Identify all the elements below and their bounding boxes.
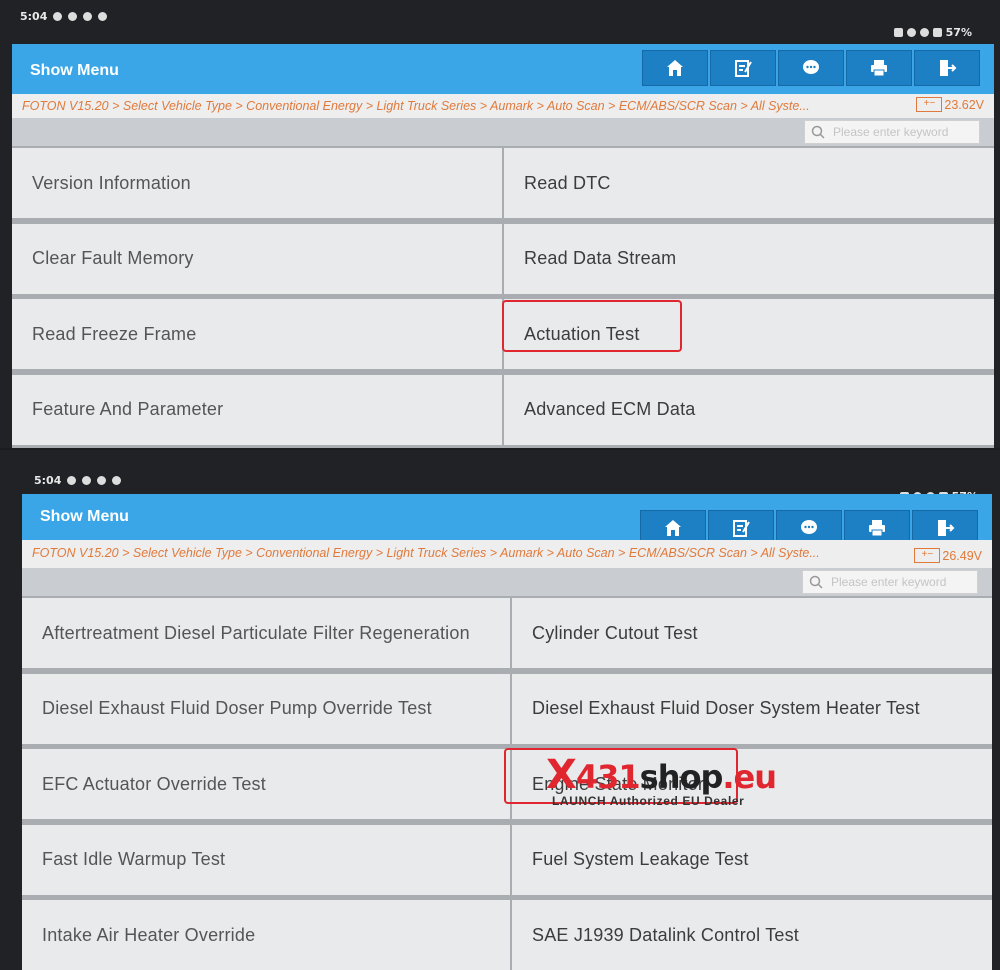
car-battery-icon: +− [914,548,941,563]
wifi-status-icon [919,28,929,37]
search-bar [12,118,994,146]
vpn-status-icon [97,476,107,485]
search-icon [809,575,823,589]
menu-item-advanced-ecm-data[interactable]: Advanced ECM Data [504,374,994,445]
breadcrumb: FOTON V15.20 > Select Vehicle Type > Con… [22,99,810,113]
menu-item-efc-actuator-override[interactable]: EFC Actuator Override Test [22,749,510,820]
header-bar: Show Menu [22,494,992,546]
battery-status-icon [932,28,942,37]
highlight-box [502,300,682,352]
watermark-tagline: LAUNCH Authorized EU Dealer [552,794,745,808]
menu-item-feature-and-parameter[interactable]: Feature And Parameter [12,374,502,445]
menu-item-version-information[interactable]: Version Information [12,148,502,218]
report-icon [735,60,752,77]
voltage-indicator: +− 23.62V [916,97,984,112]
menu-grid: Version Information Read DTC Clear Fault… [12,146,994,448]
menu-item-fast-idle-warmup-test[interactable]: Fast Idle Warmup Test [22,824,510,895]
voltage-indicator: +− 26.49V [914,548,982,563]
menu-item-def-doser-heater-test[interactable]: Diesel Exhaust Fluid Doser System Heater… [512,673,992,744]
menu-item-dpf-regeneration[interactable]: Aftertreatment Diesel Particulate Filter… [22,598,510,668]
breadcrumb-bar: FOTON V15.20 > Select Vehicle Type > Con… [12,94,994,118]
status-time: 5:04 [34,474,62,487]
screenshot-bottom: 5:04 57% Show Menu [0,450,1000,970]
menu-item-read-freeze-frame[interactable]: Read Freeze Frame [12,299,502,369]
exit-button[interactable] [914,50,980,86]
search-box[interactable] [804,120,980,144]
vibrate-status-icon [893,28,903,37]
menu-item-read-dtc[interactable]: Read DTC [504,148,994,218]
page-title: Show Menu [30,62,119,79]
watermark-logo: X431shop.eu [546,752,777,798]
menu-item-sae-j1939-datalink-test[interactable]: SAE J1939 Datalink Control Test [512,900,992,970]
exit-icon [940,60,957,76]
search-icon [811,125,825,139]
menu-item-clear-fault-memory[interactable]: Clear Fault Memory [12,223,502,294]
app-screen: Show Menu FOTON V15.20 > Select Vehicle … [12,44,994,448]
feedback-button[interactable] [778,50,844,86]
breadcrumb-bar: FOTON V15.20 > Select Vehicle Type > Con… [22,540,992,568]
status-bar: 5:04 57% [0,0,1000,39]
screenshot-top: 5:04 57% Show Menu FOTON V15.20 > Select… [0,0,1000,448]
print-icon [871,60,887,77]
menu-item-intake-air-heater-override[interactable]: Intake Air Heater Override [22,900,510,970]
settings-status-icon [67,476,77,485]
home-icon [665,520,681,536]
search-input[interactable] [833,125,973,139]
search-bar [22,568,992,596]
exit-icon [938,520,955,536]
feedback-icon [803,60,819,74]
message-status-icon [98,12,108,21]
menu-item-fuel-system-leakage-test[interactable]: Fuel System Leakage Test [512,824,992,895]
x431shop-watermark: X431shop.eu LAUNCH Authorized EU Dealer [520,736,780,816]
settings-status-icon [53,12,63,21]
menu-item-def-doser-pump-override[interactable]: Diesel Exhaust Fluid Doser Pump Override… [22,673,510,744]
print-icon [869,520,885,537]
home-icon [667,60,683,76]
app-screen: Show Menu FOTON V15.20 > Select Vehicle … [22,494,992,970]
message-status-icon [112,476,122,485]
print-button[interactable] [846,50,912,86]
status-time: 5:04 [20,10,48,23]
menu-item-cylinder-cutout-test[interactable]: Cylinder Cutout Test [512,598,992,668]
vpn-status-icon [83,12,93,21]
search-box[interactable] [802,570,978,594]
report-button[interactable] [710,50,776,86]
page-title: Show Menu [40,508,129,525]
report-icon [733,520,750,537]
breadcrumb: FOTON V15.20 > Select Vehicle Type > Con… [32,546,820,560]
status-battery: 57% [945,26,972,39]
status-bar: 5:04 57% [0,450,1000,503]
voltage-value: 23.62V [944,97,984,112]
toolbar [642,50,980,86]
usb-status-icon [82,476,92,485]
eye-status-icon [906,28,916,37]
home-button[interactable] [642,50,708,86]
feedback-icon [801,520,817,534]
voltage-value: 26.49V [942,548,982,563]
header-bar: Show Menu [12,44,994,94]
usb-status-icon [68,12,78,21]
car-battery-icon: +− [916,97,943,112]
search-input[interactable] [831,575,971,589]
menu-item-read-data-stream[interactable]: Read Data Stream [504,223,994,294]
